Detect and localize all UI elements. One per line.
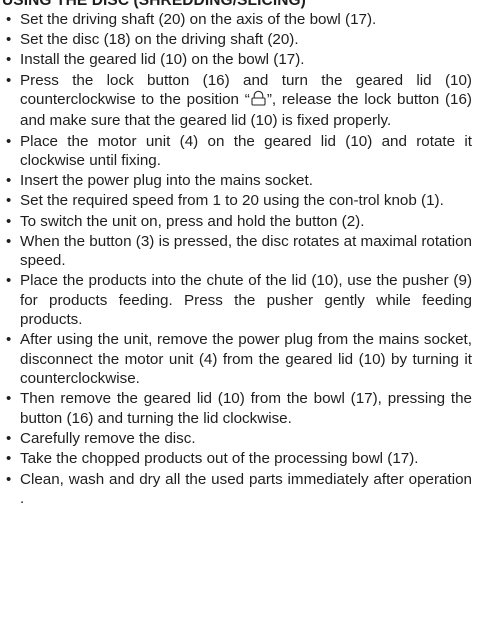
step-text: Insert the power plug into the mains soc… — [20, 172, 313, 190]
list-item: • Press the lock button (16) and turn the… — [0, 71, 478, 131]
bullet: • — [6, 172, 12, 190]
list-item: • Then remove the geared lid (10) from th… — [0, 389, 478, 428]
list-item: • Take the chopped products out of the pr… — [0, 449, 478, 468]
steps-list: • Set the driving shaft (20) on the axis … — [0, 10, 478, 508]
bullet: • — [6, 212, 12, 230]
list-item: • Place the motor unit (4) on the geared … — [0, 132, 478, 171]
step-text: Set the driving shaft (20) on the axis o… — [20, 11, 377, 28]
step-text: When the button (3) is pressed, the disc… — [20, 232, 472, 270]
bullet: • — [6, 450, 12, 468]
bullet: • — [6, 132, 12, 150]
list-item: • Insert the power plug into the mains so… — [0, 171, 478, 190]
list-item: • Carefully remove the disc. — [0, 429, 478, 448]
bullet: • — [6, 11, 12, 28]
step-text: Take the chopped products out of the pro… — [20, 450, 419, 468]
step-text: Place the products into the chute of the… — [20, 272, 472, 329]
bullet: • — [6, 71, 12, 89]
list-item: • Set the driving shaft (20) on the axis … — [0, 10, 478, 29]
bullet: • — [6, 430, 12, 448]
list-item: • Place the products into the chute of th… — [0, 271, 478, 329]
step-text: Clean, wash and dry all the used parts i… — [20, 470, 472, 507]
instruction-page: USING THE DISC (SHREDDING/SLICING) • Set … — [0, 0, 478, 509]
list-item: • Clean, wash and dry all the used parts … — [0, 470, 478, 509]
bullet: • — [6, 31, 12, 49]
lock-icon — [251, 90, 266, 111]
step-text: Set the disc (18) on the driving shaft (… — [20, 31, 299, 49]
bullet: • — [6, 272, 12, 290]
step-text: Carefully remove the disc. — [20, 430, 196, 448]
section-heading: USING THE DISC (SHREDDING/SLICING) — [2, 0, 306, 9]
step-text: To switch the unit on, press and hold th… — [20, 212, 365, 230]
bullet: • — [6, 331, 12, 349]
step-text: Place the motor unit (4) on the geared l… — [20, 132, 472, 170]
bullet: • — [6, 390, 12, 408]
list-item: • Set the required speed from 1 to 20 usi… — [0, 191, 478, 210]
list-item: • When the button (3) is pressed, the dis… — [0, 232, 478, 271]
bullet: • — [6, 192, 12, 210]
list-item: • Set the disc (18) on the driving shaft … — [0, 30, 478, 49]
bullet: • — [6, 51, 12, 69]
step-text: Set the required speed from 1 to 20 usin… — [20, 192, 444, 210]
bullet: • — [6, 232, 12, 250]
list-item: • After using the unit, remove the power … — [0, 330, 478, 388]
bullet: • — [6, 470, 12, 488]
step-text: Install the geared lid (10) on the bowl … — [20, 51, 305, 69]
list-item: • To switch the unit on, press and hold t… — [0, 212, 478, 231]
list-item: • Install the geared lid (10) on the bowl… — [0, 50, 478, 69]
step-text: Then remove the geared lid (10) from the… — [20, 390, 472, 427]
step-text: After using the unit, remove the power p… — [20, 331, 472, 388]
